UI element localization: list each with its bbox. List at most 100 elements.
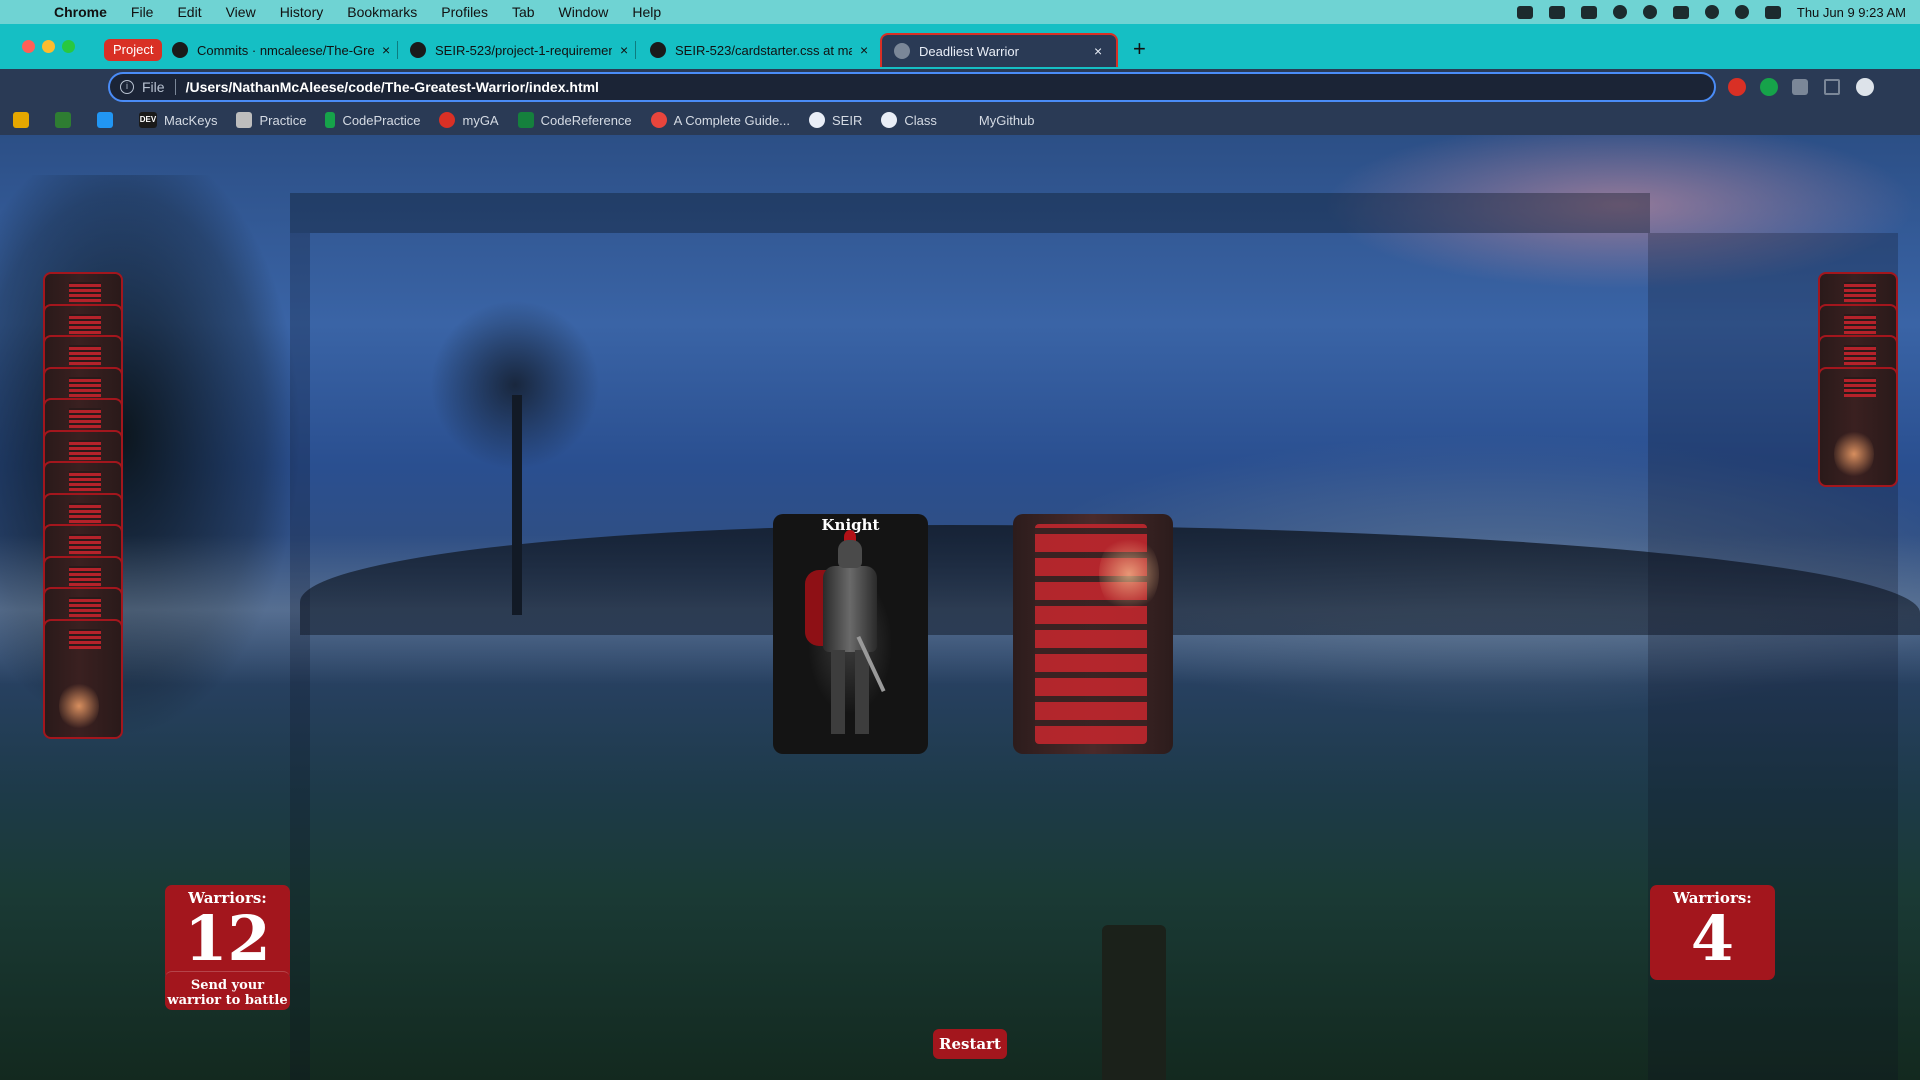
background-tree-trunk: [512, 395, 522, 615]
knight-helmet: [838, 540, 862, 568]
tab-commits[interactable]: Commits · nmcaleese/The-Gre ×: [172, 33, 398, 67]
battery-icon[interactable]: [1672, 5, 1689, 19]
bookmark-sheets[interactable]: [55, 112, 78, 128]
site-info-icon[interactable]: i: [120, 80, 134, 94]
ga-icon: [439, 112, 456, 128]
close-tab-icon[interactable]: ×: [620, 42, 632, 58]
browser-tab-strip: Project Commits · nmcaleese/The-Gre × SE…: [0, 24, 1920, 69]
bookmark-codereference[interactable]: CodeReference: [517, 112, 632, 128]
play-icon[interactable]: [1642, 5, 1657, 19]
dropbox-icon[interactable]: [1612, 5, 1627, 19]
close-tab-icon[interactable]: ×: [860, 42, 872, 58]
spotlight-search-icon[interactable]: [1734, 5, 1749, 19]
player-deck-stack: [43, 272, 123, 739]
address-bar[interactable]: i File /Users/NathanMcAleese/code/The-Gr…: [108, 72, 1716, 102]
bookmarks-bar: DEV MacKeys Practice CodePractice myGA C…: [0, 105, 1920, 135]
counter-value: 4: [1690, 902, 1735, 975]
sheets-icon: [55, 112, 71, 128]
counter-value: 12: [184, 902, 271, 975]
bookmark-label: A Complete Guide...: [673, 112, 791, 128]
restart-button[interactable]: Restart: [933, 1029, 1007, 1059]
codepractice-icon: [325, 112, 336, 128]
bookmark-label: CodeReference: [540, 112, 632, 128]
bookmark-label: MacKeys: [164, 112, 218, 128]
browser-toolbar: i File /Users/NathanMcAleese/code/The-Gr…: [0, 69, 1920, 105]
bookmark-analytics[interactable]: [13, 112, 36, 128]
bookmark-label: Practice: [259, 112, 307, 128]
tab-group-label[interactable]: Project: [104, 39, 163, 61]
new-tab-button[interactable]: +: [1133, 36, 1146, 62]
extensions-puzzle-icon[interactable]: [1792, 79, 1808, 95]
close-window-button[interactable]: [22, 40, 35, 53]
fullscreen-window-button[interactable]: [62, 40, 75, 53]
github-icon: [410, 42, 426, 58]
address-divider: [174, 79, 176, 95]
bookmark-label: SEIR: [832, 112, 863, 128]
menu-tab[interactable]: Tab: [512, 4, 535, 20]
bookmark-practice[interactable]: Practice: [236, 112, 306, 128]
menu-window[interactable]: Window: [559, 4, 609, 20]
tab-title: Deadliest Warrior: [919, 43, 1019, 59]
bookmark-myga[interactable]: myGA: [439, 112, 499, 128]
macos-menu-bar: Chrome File Edit View History Bookmarks …: [0, 0, 1920, 24]
knight-armor: [823, 566, 877, 652]
tab-title: Commits · nmcaleese/The-Gre: [197, 42, 374, 58]
keyboard-icon[interactable]: [1580, 5, 1597, 19]
tab-title: SEIR-523/project-1-requiremen: [435, 42, 612, 58]
control-center-icon[interactable]: [1764, 5, 1781, 19]
github-icon: [809, 112, 826, 128]
minimize-window-button[interactable]: [42, 40, 55, 53]
close-tab-icon[interactable]: ×: [1094, 43, 1106, 59]
menu-view[interactable]: View: [226, 4, 256, 20]
bookmark-blue[interactable]: [97, 112, 120, 128]
dev-icon: DEV: [139, 112, 157, 128]
bookmark-mygithub[interactable]: MyGithub: [955, 112, 1035, 128]
bookmark-label: Class: [904, 112, 937, 128]
tab-cardstarter[interactable]: SEIR-523/cardstarter.css at ma ×: [650, 33, 872, 67]
url-scheme-label: File: [142, 79, 165, 95]
github-icon: [955, 112, 972, 128]
tab-deadliest-warrior[interactable]: Deadliest Warrior ×: [880, 33, 1118, 67]
github-icon: [172, 42, 188, 58]
bookmark-seir[interactable]: SEIR: [809, 112, 862, 128]
tab-requirements[interactable]: SEIR-523/project-1-requiremen ×: [410, 33, 636, 67]
grammarly-icon[interactable]: [1760, 78, 1778, 96]
knight-leg-left: [831, 650, 845, 734]
opponent-card-back: [1013, 514, 1173, 754]
menu-file[interactable]: File: [131, 4, 154, 20]
menu-app-name[interactable]: Chrome: [54, 4, 107, 20]
extension-red-icon[interactable]: [1728, 78, 1746, 96]
opponent-deck-stack: [1818, 272, 1898, 487]
board-left-panel: [290, 233, 310, 1080]
game-page: Knight Warriors: 12 Send your warrior to…: [0, 135, 1920, 1080]
codereference-icon: [517, 112, 534, 128]
menu-bookmarks[interactable]: Bookmarks: [347, 4, 417, 20]
send-warrior-button[interactable]: Send your warrior to battle: [165, 971, 290, 1010]
side-panel-icon[interactable]: [1824, 79, 1840, 95]
document-icon: [236, 112, 253, 128]
url-text[interactable]: /Users/NathanMcAleese/code/The-Greatest-…: [186, 79, 599, 95]
tab-title: SEIR-523/cardstarter.css at ma: [675, 42, 852, 58]
deck-card: [1818, 366, 1898, 487]
close-tab-icon[interactable]: ×: [382, 42, 394, 58]
menu-history[interactable]: History: [280, 4, 324, 20]
menu-help[interactable]: Help: [632, 4, 661, 20]
github-icon: [881, 112, 898, 128]
menubar-clock[interactable]: Thu Jun 9 9:23 AM: [1797, 5, 1906, 20]
globe-icon: [894, 43, 910, 59]
deck-card: [43, 618, 123, 739]
app-status-icon[interactable]: [1548, 5, 1565, 19]
menu-profiles[interactable]: Profiles: [441, 4, 488, 20]
bookmark-mackeys[interactable]: DEV MacKeys: [139, 112, 217, 128]
screen-record-icon[interactable]: [1516, 5, 1533, 19]
asterisk-icon: [650, 112, 667, 128]
bookmark-codepractice[interactable]: CodePractice: [325, 112, 420, 128]
profile-avatar[interactable]: [1856, 78, 1874, 96]
bookmark-label: CodePractice: [342, 112, 421, 128]
bookmark-class[interactable]: Class: [881, 112, 937, 128]
menu-edit[interactable]: Edit: [177, 4, 201, 20]
wifi-icon[interactable]: [1704, 5, 1719, 19]
bookmark-complete-guide[interactable]: A Complete Guide...: [650, 112, 791, 128]
background-fence-post: [1102, 925, 1166, 1080]
github-icon: [650, 42, 666, 58]
